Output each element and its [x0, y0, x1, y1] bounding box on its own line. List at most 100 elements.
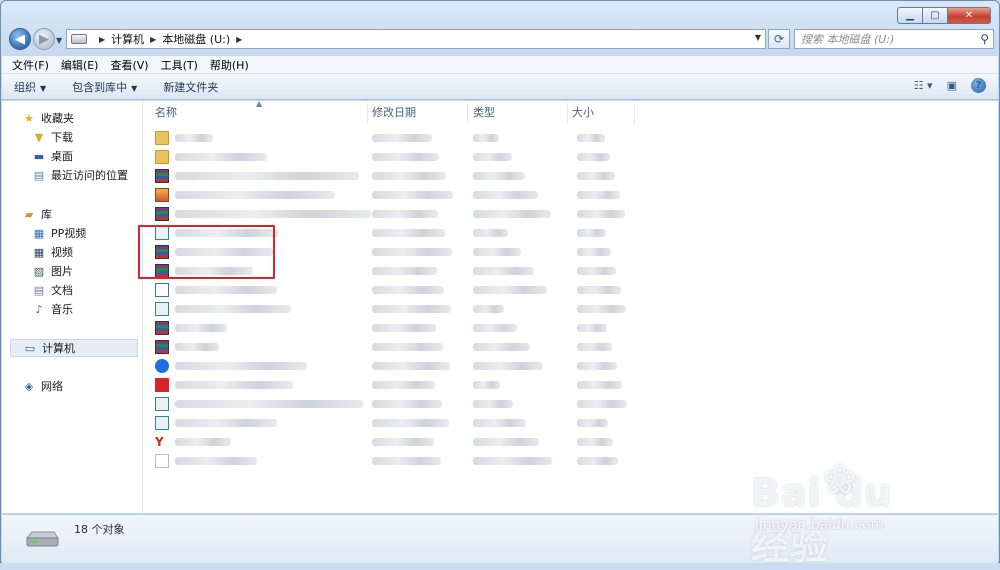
column-header-type[interactable]: 类型 [473, 101, 495, 123]
file-date-redacted [372, 343, 443, 351]
file-size-redacted [577, 362, 617, 370]
table-row[interactable] [155, 281, 635, 299]
file-size-redacted [577, 229, 606, 237]
computer-icon: ▭ [24, 341, 36, 355]
file-size-redacted [577, 419, 608, 427]
breadcrumb-drive[interactable]: 本地磁盘 (U:) [162, 31, 230, 47]
organize-label: 组织 [14, 80, 36, 94]
file-name-redacted [175, 381, 293, 389]
nav-network-label: 网络 [41, 380, 63, 393]
explorer-window: ▁ ▢ ✕ ◀ ▶ ▼ ▶ 计算机 ▶ 本地磁盘 (U:) ▶ ▼ ⟳ 搜索 本… [0, 0, 1000, 568]
nav-computer[interactable]: ▭ 计算机 [10, 339, 138, 357]
command-bar: 组织 ▼ 包含到库中 ▼ 新建文件夹 ☷ ▾ ▣ ? [2, 74, 998, 100]
preview-pane-icon[interactable]: ▣ [947, 79, 957, 92]
table-row[interactable] [155, 319, 635, 337]
refresh-button[interactable]: ⟳ [768, 29, 790, 49]
search-icon[interactable]: ⚲ [980, 32, 989, 46]
table-row[interactable] [155, 167, 635, 185]
table-row[interactable] [155, 376, 635, 394]
include-library-button[interactable]: 包含到库中 ▼ [72, 79, 137, 95]
search-placeholder: 搜索 本地磁盘 (U:) [801, 33, 895, 46]
close-button[interactable]: ✕ [947, 7, 991, 24]
maximize-button[interactable]: ▢ [922, 7, 948, 24]
minimize-button[interactable]: ▁ [897, 7, 923, 24]
sort-up-icon: ▲ [256, 99, 263, 108]
video-library-icon: ▦ [33, 226, 45, 240]
file-size-redacted [577, 134, 605, 142]
file-name-redacted [175, 286, 277, 294]
file-type-redacted [473, 343, 530, 351]
forward-button[interactable]: ▶ [33, 28, 55, 50]
pictures-icon: ▧ [33, 264, 45, 278]
table-row[interactable] [155, 205, 635, 223]
chevron-right-icon[interactable]: ▶ [150, 35, 156, 44]
history-dropdown-icon[interactable]: ▼ [56, 36, 62, 45]
table-row[interactable] [155, 357, 635, 375]
library-icon: ▰ [24, 207, 34, 221]
table-row[interactable]: Y [155, 433, 635, 451]
nav-favorites-label: 收藏夹 [41, 112, 74, 125]
search-input[interactable]: 搜索 本地磁盘 (U:) ⚲ [794, 29, 994, 49]
help-icon[interactable]: ? [971, 78, 986, 93]
column-header-size[interactable]: 大小 [572, 101, 594, 123]
documents-icon: ▤ [33, 283, 45, 297]
menu-view[interactable]: 查看(V) [110, 57, 148, 73]
view-mode-icon[interactable]: ☷ ▾ [914, 79, 933, 92]
organize-button[interactable]: 组织 ▼ [14, 79, 46, 95]
file-type-redacted [473, 419, 526, 427]
file-name-redacted [175, 419, 277, 427]
nav-recent-label: 最近访问的位置 [51, 169, 128, 182]
nav-favorites[interactable]: ★ 收藏夹 [22, 109, 160, 127]
file-date-redacted [372, 438, 434, 446]
file-date-redacted [372, 153, 439, 161]
address-dropdown-icon[interactable]: ▼ [755, 33, 761, 42]
doc-icon [155, 454, 169, 468]
column-header-modified[interactable]: 修改日期 [372, 101, 416, 123]
file-name-redacted [175, 343, 219, 351]
file-size-redacted [577, 457, 618, 465]
annotation-highlight-box [138, 225, 275, 279]
file-size-redacted [577, 438, 613, 446]
video-icon [155, 378, 169, 392]
table-row[interactable] [155, 395, 635, 413]
column-header-name[interactable]: 名称 [155, 101, 177, 123]
nav-downloads-label: 下载 [51, 131, 73, 144]
file-name-redacted [175, 457, 257, 465]
file-size-redacted [577, 267, 616, 275]
file-date-redacted [372, 362, 450, 370]
rar-icon [155, 321, 169, 335]
video-library-icon: ▦ [33, 245, 45, 259]
nav-documents-label: 文档 [51, 284, 73, 297]
table-row[interactable] [155, 186, 635, 204]
menu-help[interactable]: 帮助(H) [210, 57, 249, 73]
table-row[interactable] [155, 300, 635, 318]
nav-network[interactable]: ◈ 网络 [22, 377, 160, 395]
table-row[interactable] [155, 338, 635, 356]
back-button[interactable]: ◀ [9, 28, 31, 50]
chevron-right-icon[interactable]: ▶ [99, 35, 105, 44]
address-bar[interactable]: ▶ 计算机 ▶ 本地磁盘 (U:) ▶ ▼ [66, 29, 766, 49]
nav-libraries[interactable]: ▰ 库 [22, 205, 160, 223]
table-row[interactable] [155, 452, 635, 470]
drive-icon [25, 531, 59, 547]
table-row[interactable] [155, 148, 635, 166]
y-icon: Y [155, 435, 169, 449]
breadcrumb-computer[interactable]: 计算机 [111, 31, 144, 47]
file-name-redacted [175, 153, 267, 161]
menu-tools[interactable]: 工具(T) [161, 57, 198, 73]
recent-places-icon: ▤ [33, 168, 45, 182]
menu-file[interactable]: 文件(F) [12, 57, 49, 73]
file-type-redacted [473, 438, 539, 446]
file-size-redacted [577, 172, 615, 180]
menu-edit[interactable]: 编辑(E) [61, 57, 99, 73]
table-row[interactable] [155, 129, 635, 147]
new-folder-button[interactable]: 新建文件夹 [163, 79, 218, 95]
file-size-redacted [577, 248, 611, 256]
nav-music-label: 音乐 [51, 303, 73, 316]
file-size-redacted [577, 210, 625, 218]
table-row[interactable] [155, 414, 635, 432]
chevron-right-icon[interactable]: ▶ [236, 35, 242, 44]
file-name-redacted [175, 362, 307, 370]
file-type-redacted [473, 134, 499, 142]
file-date-redacted [372, 248, 452, 256]
